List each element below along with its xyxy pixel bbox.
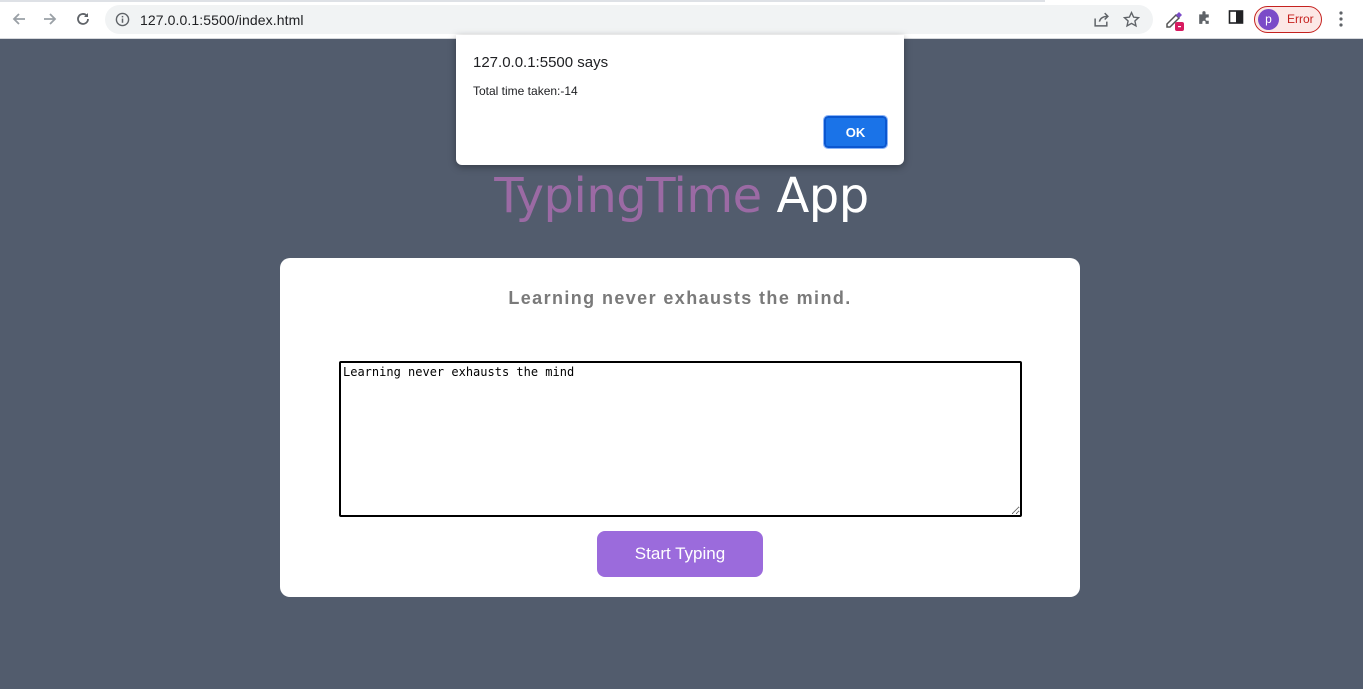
tab-strip-edge bbox=[0, 0, 1045, 2]
profile-button[interactable]: p Error bbox=[1254, 6, 1322, 33]
reload-icon bbox=[77, 13, 89, 25]
side-panel-icon[interactable] bbox=[1228, 9, 1244, 25]
target-sentence: Learning never exhausts the mind. bbox=[508, 288, 852, 308]
typing-textarea[interactable]: Learning never exhausts the mind bbox=[339, 361, 1022, 517]
address-bar[interactable]: 127.0.0.1:5500/index.html bbox=[105, 5, 1153, 34]
alert-message: Total time taken:-14 bbox=[473, 84, 578, 98]
info-icon[interactable] bbox=[115, 12, 130, 27]
browser-toolbar: 127.0.0.1:5500/index.html p Error bbox=[0, 0, 1363, 39]
share-icon[interactable] bbox=[1093, 11, 1110, 28]
url-text[interactable]: 127.0.0.1:5500/index.html bbox=[140, 12, 304, 28]
forward-icon bbox=[44, 13, 57, 25]
back-icon bbox=[12, 13, 25, 25]
profile-status-text: Error bbox=[1287, 12, 1314, 26]
app-title-suffix: App bbox=[761, 168, 869, 224]
alert-dialog: 127.0.0.1:5500 says Total time taken:-14… bbox=[456, 35, 904, 165]
kebab-menu-icon[interactable] bbox=[1333, 10, 1349, 28]
extensions-puzzle-icon[interactable] bbox=[1196, 9, 1213, 26]
start-typing-button[interactable]: Start Typing bbox=[597, 531, 763, 577]
back-button[interactable] bbox=[6, 6, 32, 32]
alert-origin: 127.0.0.1:5500 says bbox=[473, 54, 609, 71]
star-icon[interactable] bbox=[1123, 11, 1140, 28]
app-title: TypingTime App bbox=[0, 166, 1363, 226]
app-title-accent: TypingTime bbox=[494, 168, 762, 224]
avatar: p bbox=[1258, 9, 1279, 30]
forward-button[interactable] bbox=[37, 6, 63, 32]
typing-card: Learning never exhausts the mind. Learni… bbox=[280, 258, 1080, 597]
ok-button[interactable]: OK bbox=[823, 115, 888, 149]
reload-button[interactable] bbox=[70, 6, 96, 32]
eyedropper-extension-icon[interactable] bbox=[1164, 9, 1186, 33]
